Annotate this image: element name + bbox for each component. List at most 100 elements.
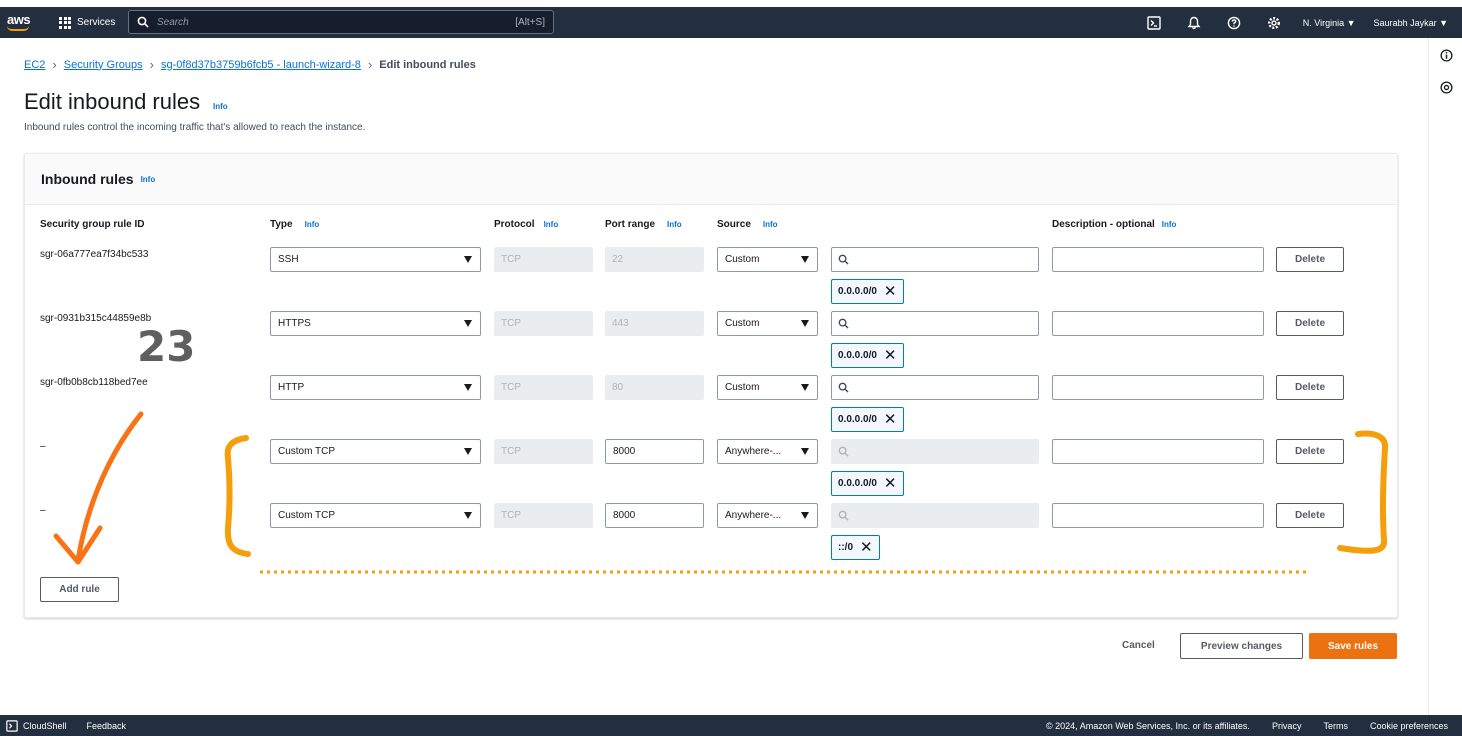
- column-label: Protocol: [494, 219, 535, 230]
- page-info-link[interactable]: Info: [213, 102, 228, 111]
- delete-button[interactable]: Delete: [1276, 439, 1344, 464]
- services-menu[interactable]: Services: [59, 7, 115, 38]
- description-info-link[interactable]: Info: [1162, 220, 1177, 229]
- close-icon[interactable]: ✕: [884, 284, 897, 299]
- cloudshell-icon: [6, 719, 18, 732]
- top-navigation: aws Services Search [Alt+S] N. Virginia …: [0, 7, 1462, 38]
- chevron-right-icon: ›: [367, 57, 373, 72]
- delete-button[interactable]: Delete: [1276, 311, 1344, 336]
- delete-button[interactable]: Delete: [1276, 247, 1344, 272]
- source-select[interactable]: Anywhere-...: [717, 503, 818, 528]
- port-range-input[interactable]: 8000: [605, 439, 704, 464]
- cidr-token-label: ::/0: [838, 542, 853, 553]
- close-icon[interactable]: ✕: [884, 412, 897, 427]
- compass-icon[interactable]: [1438, 79, 1454, 95]
- cloudshell-icon[interactable]: [1143, 12, 1165, 34]
- delete-button[interactable]: Delete: [1276, 503, 1344, 528]
- column-header-rule-id: Security group rule ID: [40, 219, 144, 230]
- cidr-token: 0.0.0.0/0 ✕: [831, 343, 904, 368]
- close-icon[interactable]: ✕: [860, 540, 873, 555]
- cloudshell-link[interactable]: CloudShell: [6, 719, 67, 732]
- source-select[interactable]: Custom: [717, 375, 818, 400]
- cidr-token: 0.0.0.0/0 ✕: [831, 279, 904, 304]
- column-header-port-range: Port range Info: [605, 219, 682, 230]
- port-value: 8000: [613, 510, 636, 521]
- source-value: Custom: [725, 254, 760, 265]
- column-label: Security group rule ID: [40, 219, 145, 230]
- cidr-search-input: [831, 503, 1039, 528]
- close-icon[interactable]: ✕: [884, 348, 897, 363]
- column-header-source: Source Info: [717, 219, 778, 230]
- breadcrumb-ec2[interactable]: EC2: [24, 59, 45, 71]
- search-icon: [838, 510, 849, 521]
- footer-right: © 2024, Amazon Web Services, Inc. or its…: [1046, 715, 1448, 736]
- description-input[interactable]: [1052, 503, 1264, 528]
- source-select[interactable]: Anywhere-...: [717, 439, 818, 464]
- source-select[interactable]: Custom: [717, 311, 818, 336]
- region-selector[interactable]: N. Virginia ▼: [1303, 18, 1356, 28]
- preview-changes-button[interactable]: Preview changes: [1180, 633, 1303, 659]
- close-icon[interactable]: ✕: [884, 476, 897, 491]
- breadcrumb: EC2 › Security Groups › sg-0f8d37b3759b6…: [24, 57, 476, 72]
- privacy-link[interactable]: Privacy: [1272, 721, 1302, 731]
- protocol-value: TCP: [501, 510, 521, 521]
- source-value: Custom: [725, 382, 760, 393]
- source-info-link[interactable]: Info: [763, 220, 778, 229]
- cidr-search-input[interactable]: [831, 375, 1039, 400]
- search-input[interactable]: Search [Alt+S]: [128, 10, 554, 34]
- port-range-info-link[interactable]: Info: [667, 220, 682, 229]
- breadcrumb-security-groups[interactable]: Security Groups: [64, 59, 143, 71]
- protocol-value: TCP: [501, 382, 521, 393]
- help-icon[interactable]: [1223, 12, 1245, 34]
- add-rule-button[interactable]: Add rule: [40, 577, 119, 602]
- source-select[interactable]: Custom: [717, 247, 818, 272]
- type-select[interactable]: HTTPS: [270, 311, 481, 336]
- cidr-token-label: 0.0.0.0/0: [838, 414, 877, 425]
- description-input[interactable]: [1052, 247, 1264, 272]
- breadcrumb-current: Edit inbound rules: [379, 58, 476, 71]
- caret-down-icon: [801, 448, 809, 455]
- port-range-input[interactable]: 8000: [605, 503, 704, 528]
- save-rules-button[interactable]: Save rules: [1309, 633, 1397, 659]
- protocol-info-link[interactable]: Info: [544, 220, 559, 229]
- port-range-field: 443: [605, 311, 704, 336]
- description-input[interactable]: [1052, 311, 1264, 336]
- type-select[interactable]: SSH: [270, 247, 481, 272]
- cancel-button[interactable]: Cancel: [1122, 640, 1155, 651]
- caret-down-icon: [464, 512, 472, 519]
- type-select[interactable]: Custom TCP: [270, 439, 481, 464]
- settings-gear-icon[interactable]: [1263, 12, 1285, 34]
- panel-info-link[interactable]: Info: [141, 175, 156, 184]
- column-header-description: Description - optional Info: [1052, 219, 1176, 230]
- rule-id: –: [40, 441, 46, 452]
- cookie-preferences-link[interactable]: Cookie preferences: [1370, 721, 1448, 731]
- cidr-search-input[interactable]: [831, 247, 1039, 272]
- delete-button[interactable]: Delete: [1276, 375, 1344, 400]
- type-info-link[interactable]: Info: [305, 220, 320, 229]
- cidr-token: 0.0.0.0/0 ✕: [831, 407, 904, 432]
- cidr-search-input: [831, 439, 1039, 464]
- notifications-icon[interactable]: [1183, 12, 1205, 34]
- caret-down-icon: [801, 320, 809, 327]
- type-select[interactable]: Custom TCP: [270, 503, 481, 528]
- aws-logo[interactable]: aws: [7, 12, 31, 31]
- description-input[interactable]: [1052, 375, 1264, 400]
- protocol-field: TCP: [494, 375, 593, 400]
- feedback-link[interactable]: Feedback: [87, 721, 127, 731]
- type-value: SSH: [278, 254, 299, 265]
- protocol-field: TCP: [494, 503, 593, 528]
- type-select[interactable]: HTTP: [270, 375, 481, 400]
- info-circle-icon[interactable]: [1438, 47, 1454, 63]
- cidr-search-input[interactable]: [831, 311, 1039, 336]
- port-value: 8000: [613, 446, 636, 457]
- protocol-field: TCP: [494, 311, 593, 336]
- footer: CloudShell Feedback © 2024, Amazon Web S…: [0, 715, 1462, 736]
- caret-down-icon: [464, 384, 472, 391]
- type-value: HTTPS: [278, 318, 311, 329]
- page-subtitle: Inbound rules control the incoming traff…: [24, 122, 366, 133]
- chevron-right-icon: ›: [149, 57, 154, 72]
- description-input[interactable]: [1052, 439, 1264, 464]
- terms-link[interactable]: Terms: [1323, 721, 1348, 731]
- user-menu[interactable]: Saurabh Jaykar ▼: [1374, 18, 1448, 28]
- breadcrumb-security-group[interactable]: sg-0f8d37b3759b6fcb5 - launch-wizard-8: [161, 59, 361, 71]
